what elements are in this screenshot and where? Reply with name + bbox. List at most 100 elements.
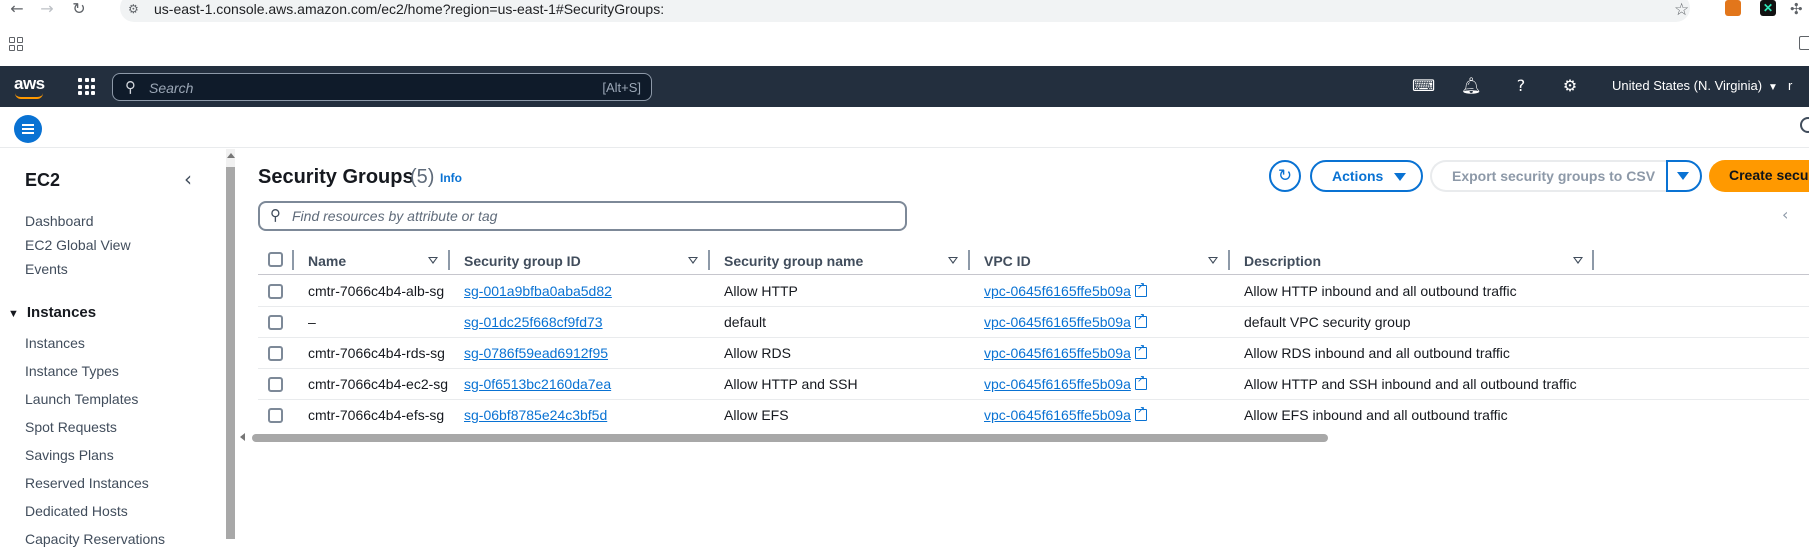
item-count: (5) bbox=[410, 166, 435, 188]
url-text[interactable]: us-east-1.console.aws.amazon.com/ec2/hom… bbox=[154, 1, 664, 17]
cell-vpc-id-link[interactable]: vpc-0645f6165ffe5b09a bbox=[984, 343, 1147, 361]
info-link[interactable]: Info bbox=[440, 171, 462, 185]
search-input[interactable]: ⚲ Search [Alt+S] bbox=[112, 73, 652, 101]
sidebar-item-dashboard[interactable]: Dashboard bbox=[25, 213, 94, 229]
sidebar-title[interactable]: EC2 bbox=[25, 170, 60, 191]
aws-logo[interactable]: aws bbox=[14, 74, 45, 94]
sort-icon[interactable] bbox=[1573, 257, 1583, 264]
sort-icon[interactable] bbox=[428, 257, 438, 264]
sidebar-item-dedicated-hosts[interactable]: Dedicated Hosts bbox=[25, 503, 128, 519]
column-header-sg-id[interactable]: Security group ID bbox=[464, 253, 581, 269]
column-header-description[interactable]: Description bbox=[1244, 253, 1321, 269]
table-horizontal-scrollbar[interactable] bbox=[252, 434, 1328, 442]
table-row[interactable]: cmtr-7066c4b4-rds-sg sg-0786f59ead6912f9… bbox=[258, 338, 1809, 369]
column-header-vpc-id[interactable]: VPC ID bbox=[984, 253, 1031, 269]
metamask-extension-icon[interactable] bbox=[1725, 0, 1741, 16]
bookmarks-bar bbox=[0, 22, 1809, 66]
bell-icon[interactable]: 🔔︎ bbox=[1461, 76, 1481, 96]
column-divider[interactable] bbox=[1228, 250, 1230, 270]
sidebar-item-events[interactable]: Events bbox=[25, 261, 68, 277]
cloudshell-icon[interactable]: ⌨ bbox=[1412, 76, 1435, 96]
table-row[interactable]: cmtr-7066c4b4-ec2-sg sg-0f6513bc2160da7e… bbox=[258, 369, 1809, 400]
region-selector[interactable]: United States (N. Virginia) ▼ bbox=[1612, 78, 1778, 93]
sort-icon[interactable] bbox=[948, 257, 958, 264]
scroll-up-arrow[interactable] bbox=[227, 153, 235, 158]
column-divider[interactable] bbox=[708, 250, 710, 270]
help-icon[interactable]: ? bbox=[1511, 76, 1531, 96]
help-panel-icon[interactable] bbox=[1800, 117, 1809, 133]
cell-vpc-id-link[interactable]: vpc-0645f6165ffe5b09a bbox=[984, 374, 1147, 392]
menu-icon[interactable] bbox=[14, 115, 42, 143]
breadcrumb-bar bbox=[0, 107, 1809, 148]
column-header-name[interactable]: Name bbox=[308, 253, 346, 269]
chevron-left-icon[interactable]: ‹ bbox=[184, 167, 192, 191]
column-divider[interactable] bbox=[968, 250, 970, 270]
extension-icon[interactable]: ✕ bbox=[1760, 0, 1776, 16]
cell-description: Allow RDS inbound and all outbound traff… bbox=[1244, 345, 1510, 361]
sidebar-item-spot-requests[interactable]: Spot Requests bbox=[25, 419, 117, 435]
search-shortcut: [Alt+S] bbox=[602, 80, 641, 95]
filter-input[interactable]: ⚲ Find resources by attribute or tag bbox=[258, 201, 907, 231]
cell-sg-id-link[interactable]: sg-01dc25f668cf9fd73 bbox=[464, 314, 603, 330]
table-row[interactable]: cmtr-7066c4b4-efs-sg sg-06bf8785e24c3bf5… bbox=[258, 400, 1809, 431]
table-row[interactable]: cmtr-7066c4b4-alb-sg sg-001a9bfba0aba5d8… bbox=[258, 276, 1809, 307]
actions-button[interactable]: Actions bbox=[1310, 160, 1423, 192]
create-security-group-button[interactable]: Create security group bbox=[1709, 160, 1809, 192]
refresh-button[interactable]: ↻ bbox=[1269, 160, 1301, 192]
sidebar-item-instance-types[interactable]: Instance Types bbox=[25, 363, 119, 379]
filter-placeholder: Find resources by attribute or tag bbox=[292, 208, 498, 224]
external-link-icon bbox=[1134, 312, 1147, 328]
reload-icon[interactable]: ↻ bbox=[70, 1, 88, 19]
row-checkbox[interactable] bbox=[268, 408, 283, 423]
sidebar-item-capacity-reservations[interactable]: Capacity Reservations bbox=[25, 531, 165, 547]
column-header-sg-name[interactable]: Security group name bbox=[724, 253, 863, 269]
export-csv-button[interactable]: Export security groups to CSV bbox=[1430, 160, 1672, 192]
bookmark-star-icon[interactable]: ☆ bbox=[1674, 0, 1689, 20]
table-row[interactable]: – sg-01dc25f668cf9fd73 default vpc-0645f… bbox=[258, 307, 1809, 338]
sort-icon[interactable] bbox=[688, 257, 698, 264]
forward-icon[interactable]: → bbox=[38, 1, 56, 19]
select-all-checkbox[interactable] bbox=[268, 252, 283, 267]
column-divider[interactable] bbox=[448, 250, 450, 270]
sidebar-item-global-view[interactable]: EC2 Global View bbox=[25, 237, 131, 253]
gear-icon[interactable]: ⚙ bbox=[1560, 76, 1580, 96]
column-divider[interactable] bbox=[1592, 250, 1594, 270]
sidebar-scroll-thumb[interactable] bbox=[226, 167, 235, 539]
cell-vpc-id-link[interactable]: vpc-0645f6165ffe5b09a bbox=[984, 405, 1147, 423]
refresh-icon: ↻ bbox=[1277, 166, 1293, 186]
sidebar-item-reserved-instances[interactable]: Reserved Instances bbox=[25, 475, 149, 491]
row-checkbox[interactable] bbox=[268, 346, 283, 361]
site-info-icon[interactable]: ⚙ bbox=[128, 2, 142, 16]
apps-grid-icon[interactable] bbox=[9, 37, 23, 51]
page-title: Security Groups bbox=[258, 166, 414, 188]
sort-icon[interactable] bbox=[1208, 257, 1218, 264]
cell-description: Allow HTTP inbound and all outbound traf… bbox=[1244, 283, 1517, 299]
sidebar-section-instances[interactable]: ▼ Instances bbox=[8, 304, 96, 321]
back-icon[interactable]: ← bbox=[8, 1, 26, 19]
sidebar-item-launch-templates[interactable]: Launch Templates bbox=[25, 391, 138, 407]
sidebar-item-savings-plans[interactable]: Savings Plans bbox=[25, 447, 114, 463]
scroll-left-arrow[interactable] bbox=[240, 433, 245, 441]
cell-vpc-id-link[interactable]: vpc-0645f6165ffe5b09a bbox=[984, 281, 1147, 299]
column-divider[interactable] bbox=[292, 250, 294, 270]
search-icon: ⚲ bbox=[125, 78, 136, 96]
sidebar-section-label: Instances bbox=[26, 304, 97, 321]
extensions-puzzle-icon[interactable]: ✣ bbox=[1790, 0, 1803, 18]
search-icon: ⚲ bbox=[270, 206, 281, 224]
row-checkbox[interactable] bbox=[268, 284, 283, 299]
services-menu-icon[interactable] bbox=[78, 78, 95, 95]
account-menu[interactable]: r bbox=[1788, 78, 1792, 93]
cell-vpc-id-link[interactable]: vpc-0645f6165ffe5b09a bbox=[984, 312, 1147, 330]
cell-sg-id-link[interactable]: sg-0786f59ead6912f95 bbox=[464, 345, 608, 361]
cell-sg-name: Allow RDS bbox=[724, 345, 791, 361]
cell-sg-id-link[interactable]: sg-06bf8785e24c3bf5d bbox=[464, 407, 607, 423]
cell-sg-id-link[interactable]: sg-0f6513bc2160da7ea bbox=[464, 376, 611, 392]
cell-sg-id-link[interactable]: sg-001a9bfba0aba5d82 bbox=[464, 283, 612, 299]
cell-sg-name: default bbox=[724, 314, 767, 330]
side-panel-icon[interactable] bbox=[1799, 36, 1809, 50]
row-checkbox[interactable] bbox=[268, 315, 283, 330]
export-dropdown-button[interactable] bbox=[1666, 160, 1702, 192]
chevron-left-icon[interactable]: ‹ bbox=[1782, 205, 1788, 224]
row-checkbox[interactable] bbox=[268, 377, 283, 392]
sidebar-item-instances[interactable]: Instances bbox=[25, 335, 85, 351]
